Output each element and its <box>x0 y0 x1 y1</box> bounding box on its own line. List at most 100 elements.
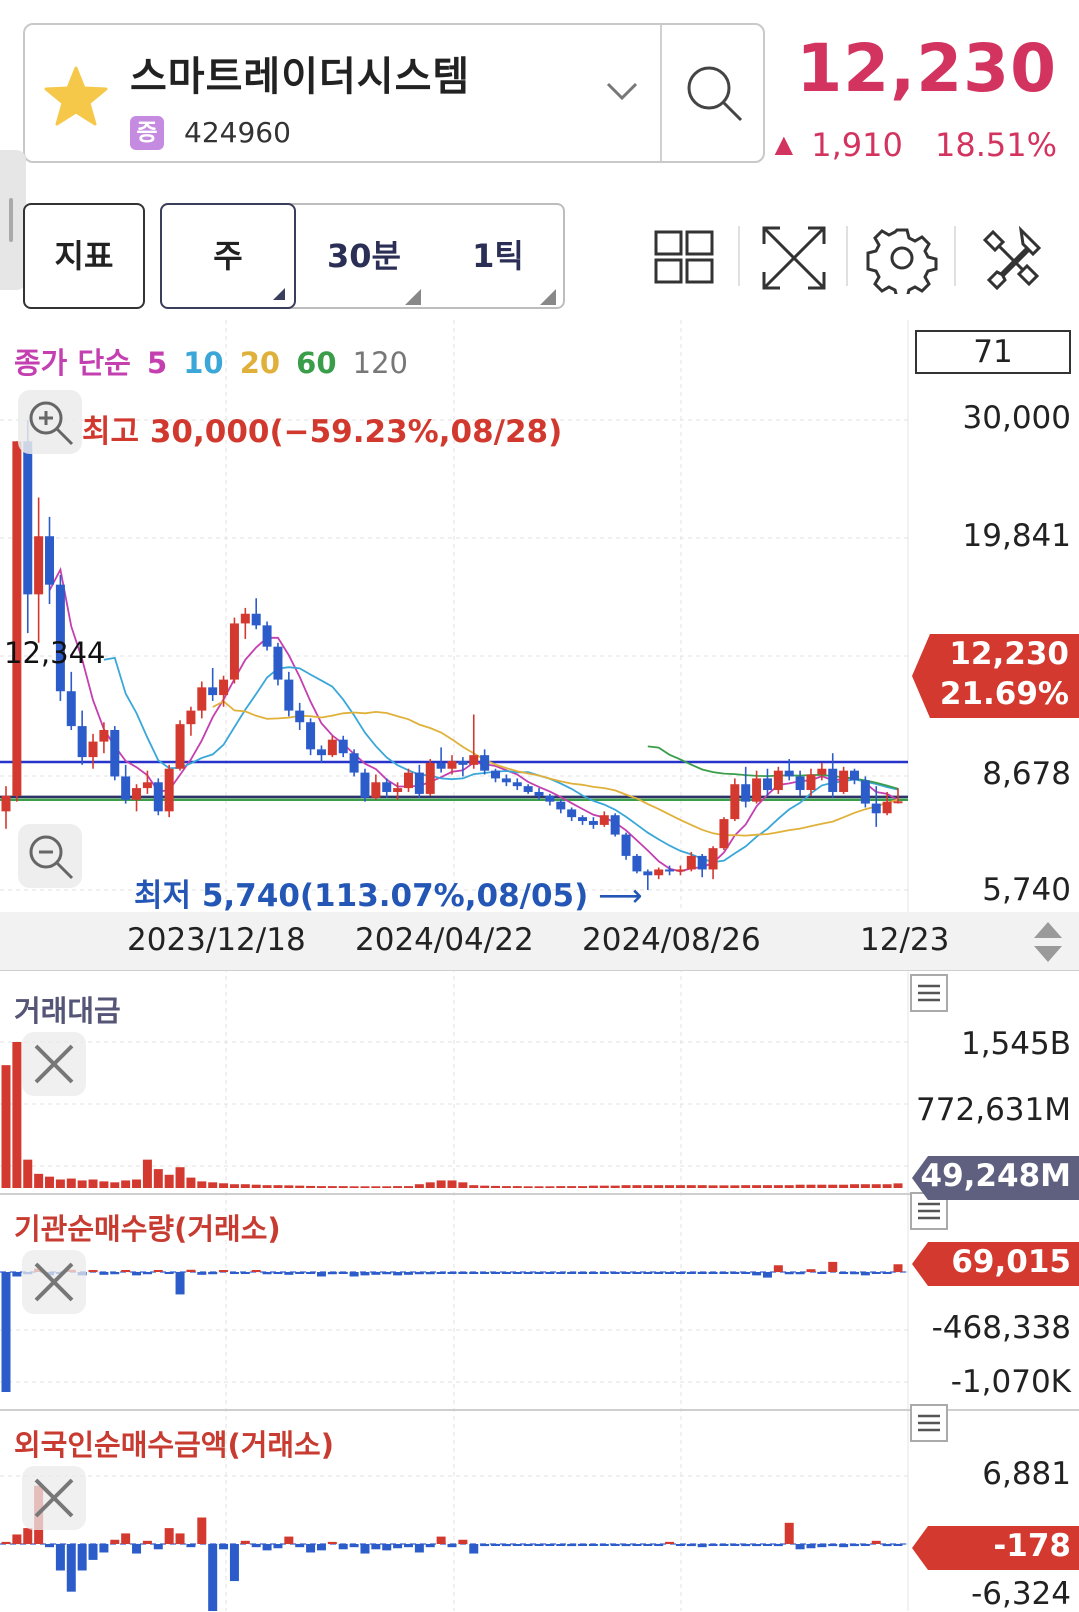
volume-bar <box>839 1184 849 1188</box>
foreign-bar <box>501 1544 511 1547</box>
foreign-bar <box>512 1544 522 1546</box>
volume-bar <box>55 1179 65 1188</box>
foreign-bar <box>229 1544 239 1582</box>
candle-body <box>665 869 675 872</box>
volume-bar <box>306 1185 316 1188</box>
tools-icon[interactable] <box>975 222 1047 294</box>
institution-bar <box>632 1272 642 1274</box>
candle-body <box>762 778 772 791</box>
zoom-in-icon[interactable] <box>18 390 82 454</box>
volume-bar <box>643 1185 653 1188</box>
candle-body <box>132 788 142 800</box>
institution-bar <box>665 1272 675 1274</box>
institution-bar <box>556 1272 566 1274</box>
candle-body <box>66 691 76 727</box>
volume-bar <box>121 1180 131 1188</box>
volume-bar <box>784 1185 794 1188</box>
institution-bar <box>284 1272 294 1275</box>
institution-bar <box>828 1261 838 1272</box>
chevron-down-icon[interactable] <box>605 80 639 106</box>
star-icon[interactable] <box>44 66 108 126</box>
candle-body <box>839 770 849 792</box>
menu-icon[interactable] <box>910 1404 948 1442</box>
institution-bar <box>208 1272 218 1275</box>
volume-bar <box>132 1179 142 1188</box>
volume-bar <box>88 1179 98 1188</box>
institution-bar <box>251 1270 261 1272</box>
institution-bar <box>99 1272 109 1275</box>
institution-bar <box>599 1272 609 1274</box>
volume-bar <box>795 1184 805 1188</box>
institution-bar <box>501 1272 511 1274</box>
institution-bar <box>229 1272 239 1274</box>
foreign-bar <box>175 1533 185 1544</box>
candle-body <box>654 869 664 876</box>
divider <box>954 226 956 286</box>
institution-bar <box>621 1272 631 1274</box>
corner-mark <box>273 288 285 300</box>
institution-bar <box>186 1269 196 1272</box>
y-tick: -6,324 <box>971 1576 1071 1612</box>
divider <box>738 226 740 286</box>
volume-bar <box>610 1185 620 1188</box>
candle-body <box>588 821 598 825</box>
institution-bar <box>164 1272 174 1274</box>
candle-body <box>741 784 751 802</box>
institution-bar <box>447 1272 457 1274</box>
gear-icon[interactable] <box>866 222 938 300</box>
institution-bar <box>545 1272 555 1274</box>
candle-body <box>882 801 892 814</box>
x-tick: 2024/04/22 <box>355 922 534 958</box>
candle-body <box>849 770 859 781</box>
foreign-bar <box>610 1544 620 1546</box>
volume-bar <box>697 1185 707 1188</box>
stock-name[interactable]: 스마트레이더시스템 <box>130 44 470 102</box>
foreign-bar <box>882 1544 892 1547</box>
foreign-bar <box>66 1544 76 1592</box>
volume-bar <box>752 1185 762 1188</box>
fullscreen-icon[interactable] <box>758 222 830 294</box>
candle-body <box>436 762 446 769</box>
institution-bar <box>338 1272 348 1274</box>
zoom-out-icon[interactable] <box>18 824 82 888</box>
y-tick: 1,545B <box>960 1026 1071 1062</box>
candle-body <box>316 749 326 756</box>
candle-body <box>512 782 522 787</box>
indicator-button[interactable]: 지표 <box>23 203 145 309</box>
institution-bar <box>610 1272 620 1274</box>
search-icon[interactable] <box>683 62 747 130</box>
volume-bar <box>567 1186 577 1188</box>
foreign-bar <box>23 1528 33 1544</box>
foreign-bar <box>860 1544 870 1546</box>
foreign-bar <box>77 1544 87 1571</box>
foreign-bar <box>730 1544 740 1546</box>
volume-bar <box>578 1186 588 1188</box>
scroll-updown-icon[interactable] <box>1032 920 1064 968</box>
candle-body <box>556 801 566 810</box>
candle-body <box>99 729 109 742</box>
grid-layout-icon[interactable] <box>648 222 720 294</box>
close-icon[interactable] <box>22 1032 86 1096</box>
foreign-bar <box>849 1544 859 1547</box>
stock-code: 424960 <box>184 116 291 149</box>
candle-body <box>675 869 685 872</box>
volume-bar <box>219 1183 229 1188</box>
foreign-bar <box>393 1544 403 1549</box>
foreign-bar <box>556 1544 566 1546</box>
candle-body <box>34 536 44 595</box>
foreign-bar <box>251 1544 261 1548</box>
institution-bar <box>643 1272 653 1274</box>
menu-icon[interactable] <box>910 974 948 1012</box>
candle-body <box>621 834 631 856</box>
volume-bar <box>621 1185 631 1188</box>
candle-body <box>327 739 337 756</box>
candle-body <box>306 722 316 750</box>
close-icon[interactable] <box>22 1250 86 1314</box>
volume-bar <box>66 1178 76 1188</box>
x-tick: 2023/12/18 <box>127 922 306 958</box>
volume-bar <box>730 1185 740 1188</box>
candle-body <box>491 770 501 779</box>
foreign-bar <box>567 1544 577 1547</box>
foreign-bar <box>88 1544 98 1560</box>
close-icon[interactable] <box>22 1466 86 1530</box>
